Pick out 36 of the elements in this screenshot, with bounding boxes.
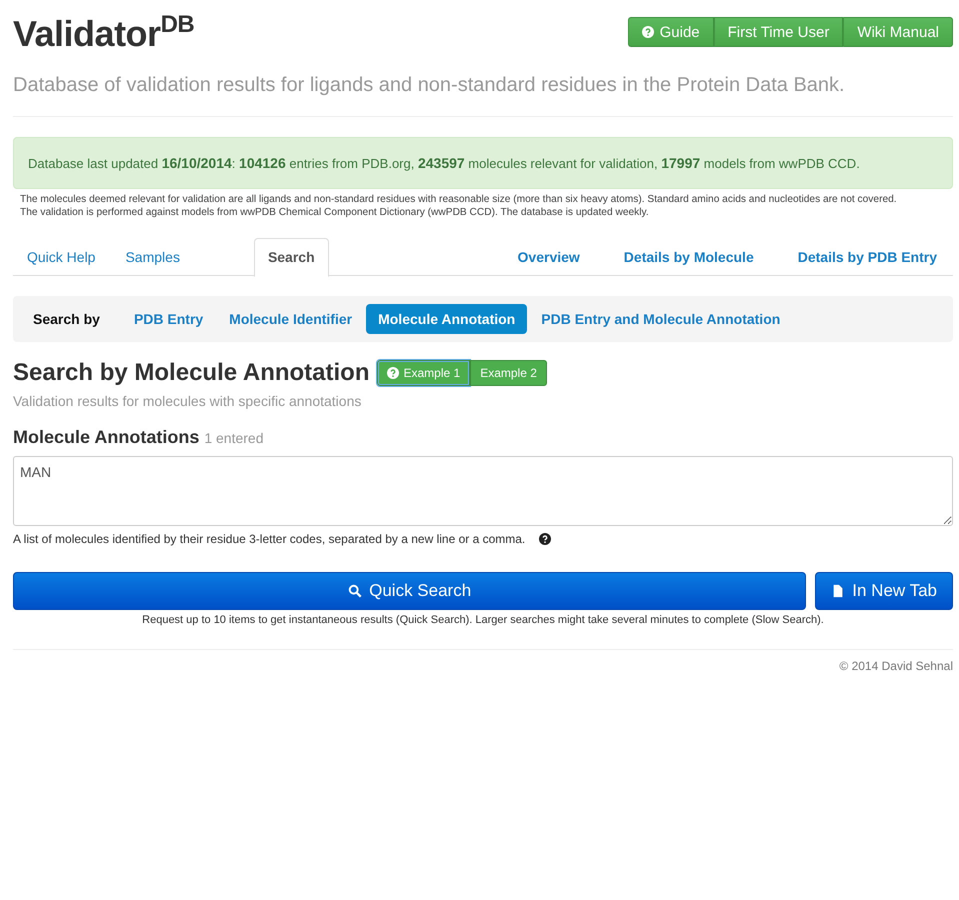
- site-subtitle: Database of validation results for ligands and non-standard residues in the Protein Data Bank.: [13, 73, 846, 98]
- nav-tab[interactable]: Details by Molecule: [608, 238, 770, 275]
- annotation-input[interactable]: MAN: [13, 456, 953, 526]
- search-type-pill[interactable]: Molecule Annotation: [366, 304, 528, 334]
- example-button[interactable]: Example 1: [376, 360, 470, 386]
- section-title: Search by Molecule Annotation: [13, 358, 370, 388]
- help-icon: [642, 26, 654, 38]
- search-type-pill[interactable]: PDB Entry and Molecule Annotation: [529, 304, 792, 334]
- search-icon: [348, 584, 362, 598]
- nav-tab[interactable]: Details by PDB Entry: [782, 238, 953, 275]
- help-icon: [386, 367, 398, 379]
- nav-tab[interactable]: Samples: [111, 238, 194, 275]
- note-text: The validation is performed against models from wwPDB Chemical Component Dictionary (wwPDB CCD). The database is updated weekly.: [20, 206, 650, 219]
- site-title: Validator$^{DB}$: [13, 12, 194, 56]
- search-type-pill[interactable]: PDB Entry: [122, 304, 216, 334]
- entry-count: 1 entered: [204, 430, 264, 446]
- new-tab-button[interactable]: In New Tab: [815, 572, 953, 610]
- update-alert: Database last updated 16/10/2014: 104126 entries from PDB.org, 243597 molecules relevant for validation, 17997 models from wwPDB CCD.: [13, 137, 953, 189]
- file-icon: [831, 584, 846, 598]
- field-label: Molecule Annotations: [13, 427, 200, 448]
- help-icon: [539, 533, 552, 545]
- header-button[interactable]: Guide: [628, 17, 714, 47]
- nav-tab[interactable]: Overview: [502, 238, 596, 275]
- note-text: The molecules deemed relevant for validation are all ligands and non-standard residues with reasonable size (more than six heavy atoms). Standard amino acids and nucleotides are not covered.: [20, 194, 898, 206]
- field-help-text: A list of molecules identified by their residue 3-letter codes, separated by a new line or a comma.: [13, 532, 526, 546]
- copyright-text: © 2014 David Sehnal: [838, 659, 953, 673]
- header-button[interactable]: Wiki Manual: [843, 17, 953, 47]
- nav-tab[interactable]: Quick Help: [13, 238, 110, 275]
- search-type-pill[interactable]: Molecule Identifier: [217, 304, 364, 334]
- nav-tab[interactable]: Search: [254, 238, 329, 277]
- section-subtitle: Validation results for molecules with specific annotations: [13, 392, 362, 410]
- search-note: Request up to 10 items to get instantaneous results (Quick Search). Larger searches might take several minutes to complete (Slow Search).: [141, 614, 825, 626]
- header-button[interactable]: First Time User: [714, 17, 844, 47]
- example-button[interactable]: Example 2: [470, 360, 547, 386]
- quick-search-button[interactable]: Quick Search: [13, 572, 806, 610]
- search-by-label: Search by: [33, 311, 100, 327]
